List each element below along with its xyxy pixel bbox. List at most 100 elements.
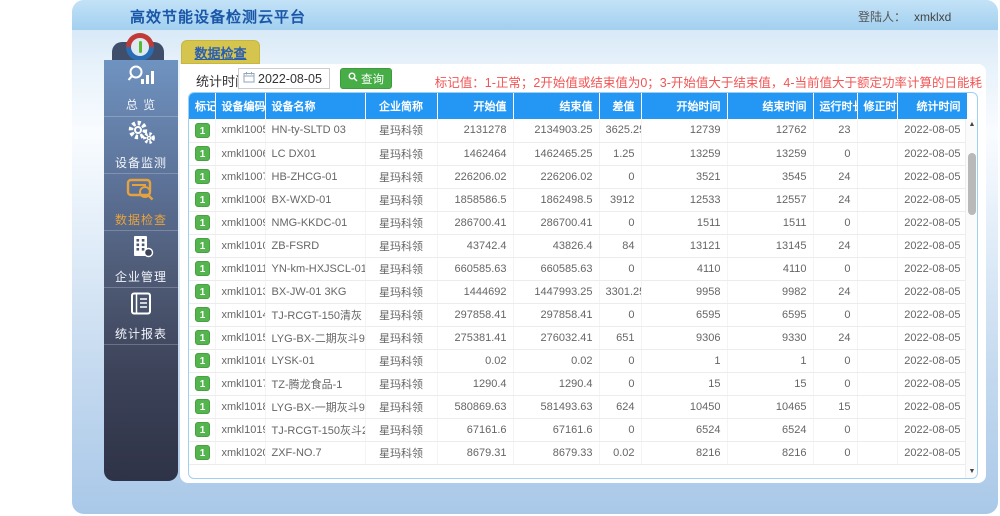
cell: xmkl1019 bbox=[215, 418, 266, 442]
app-window: 高效节能设备检测云平台 登陆人： xmklxd 总 览 设备监测 数据检查 企业… bbox=[0, 0, 1000, 516]
cell: 0 bbox=[813, 441, 858, 465]
cell: 660585.63 bbox=[513, 257, 600, 281]
cell: 3545 bbox=[727, 165, 814, 189]
sidebar-item-overview[interactable]: 总 览 bbox=[104, 60, 178, 117]
sidebar-nav: 总 览 设备监测 数据检查 企业管理 统计报表 bbox=[104, 60, 178, 481]
cell: 6595 bbox=[727, 303, 814, 327]
cell: LC DX01 bbox=[265, 142, 366, 166]
cell: BX-WXD-01 bbox=[265, 188, 366, 212]
cell: 1.25 bbox=[599, 142, 642, 166]
cell: 星玛科领 bbox=[365, 418, 438, 442]
mark-cell: 1 bbox=[189, 418, 216, 442]
cell: 星玛科领 bbox=[365, 303, 438, 327]
cell: xmkl1020 bbox=[215, 441, 266, 465]
cell: 24 bbox=[813, 165, 858, 189]
mark-value-hint: 标记值：1-正常；2开始值或结束值为0；3-开始值大于结束值，4-当前值大于额定… bbox=[434, 76, 982, 90]
cell: 2022-08-05 bbox=[897, 165, 968, 189]
mark-badge: 1 bbox=[195, 330, 210, 345]
cell: xmkl1015 bbox=[215, 326, 266, 350]
column-header-10: 修正时间 bbox=[857, 93, 898, 119]
mark-cell: 1 bbox=[189, 119, 216, 143]
cell: 8216 bbox=[727, 441, 814, 465]
cell: 15 bbox=[727, 372, 814, 396]
column-header-6: 差值 bbox=[599, 93, 642, 119]
vertical-scrollbar[interactable]: ▲ ▼ bbox=[965, 119, 977, 478]
sidebar-item-device-monitor[interactable]: 设备监测 bbox=[104, 117, 178, 174]
cell: 0.02 bbox=[513, 349, 600, 373]
login-username: xmklxd bbox=[914, 10, 952, 24]
cell: 226206.02 bbox=[513, 165, 600, 189]
mark-badge: 1 bbox=[195, 422, 210, 437]
cell: 星玛科领 bbox=[365, 165, 438, 189]
cell: 43826.4 bbox=[513, 234, 600, 258]
scroll-up-arrow[interactable]: ▲ bbox=[966, 121, 977, 129]
cell: 9306 bbox=[641, 326, 728, 350]
sidebar-item-data-check[interactable]: 数据检查 bbox=[104, 174, 178, 231]
column-header-0: 标记 bbox=[189, 93, 216, 119]
mark-cell: 1 bbox=[189, 165, 216, 189]
cell: 9330 bbox=[727, 326, 814, 350]
cell: 15 bbox=[641, 372, 728, 396]
cell: LYG-BX-一期灰斗90KW bbox=[265, 395, 366, 419]
cell: 0 bbox=[599, 165, 642, 189]
cell: 67161.6 bbox=[437, 418, 514, 442]
cell: TJ-RCGT-150灰斗2 bbox=[265, 418, 366, 442]
cell: 226206.02 bbox=[437, 165, 514, 189]
cell: 星玛科领 bbox=[365, 257, 438, 281]
cell: xmkl1017 bbox=[215, 372, 266, 396]
cell bbox=[857, 349, 898, 373]
cell bbox=[857, 257, 898, 281]
cell: 0 bbox=[813, 211, 858, 235]
mark-badge: 1 bbox=[195, 215, 210, 230]
cell: 0 bbox=[813, 257, 858, 281]
table-row: 1 xmkl1013 BX-JW-01 3KG 星玛科领 1444692 1447993.… bbox=[189, 280, 968, 304]
table-row: 1 xmkl1010 ZB-FSRD 星玛科领 43742.4 43826.4 84 1312… bbox=[189, 234, 968, 258]
cell: 8679.33 bbox=[513, 441, 600, 465]
date-input[interactable]: 2022-08-05 bbox=[238, 68, 330, 89]
cell: 0.02 bbox=[437, 349, 514, 373]
cell: 0.02 bbox=[599, 441, 642, 465]
cell: 297858.41 bbox=[437, 303, 514, 327]
cell: 10465 bbox=[727, 395, 814, 419]
scrollbar-thumb[interactable] bbox=[968, 153, 976, 215]
cell: 24 bbox=[813, 280, 858, 304]
scroll-down-arrow[interactable]: ▼ bbox=[966, 468, 977, 476]
cell: 2022-08-05 bbox=[897, 349, 968, 373]
cell: 275381.41 bbox=[437, 326, 514, 350]
cell: 1447993.25 bbox=[513, 280, 600, 304]
table-row: 1 xmkl1019 TJ-RCGT-150灰斗2 星玛科领 67161.6 67161.… bbox=[189, 418, 968, 442]
column-header-2: 设备名称 bbox=[265, 93, 366, 119]
cell: 651 bbox=[599, 326, 642, 350]
cell: 9958 bbox=[641, 280, 728, 304]
mark-badge: 1 bbox=[195, 238, 210, 253]
tab-data-check[interactable]: 数据检查 bbox=[181, 40, 260, 64]
cell: 1858586.5 bbox=[437, 188, 514, 212]
cell: 1511 bbox=[727, 211, 814, 235]
power-indicator-icon[interactable] bbox=[126, 33, 154, 61]
cell: xmkl1016 bbox=[215, 349, 266, 373]
cell: 2022-08-05 bbox=[897, 280, 968, 304]
cell: 581493.63 bbox=[513, 395, 600, 419]
cell: 0 bbox=[813, 418, 858, 442]
sidebar-item-reports[interactable]: 统计报表 bbox=[104, 288, 178, 345]
cell: 2131278 bbox=[437, 119, 514, 143]
data-check-magnifier-icon bbox=[126, 176, 156, 207]
search-button[interactable]: 查询 bbox=[340, 68, 392, 89]
table-row: 1 xmkl1015LYG-BX-二期灰斗90KW星玛科领275381.41276… bbox=[189, 326, 968, 350]
cell: 297858.41 bbox=[513, 303, 600, 327]
cell: 0 bbox=[813, 372, 858, 396]
cell: 12739 bbox=[641, 119, 728, 143]
cell: 0 bbox=[813, 142, 858, 166]
mark-badge: 1 bbox=[195, 376, 210, 391]
magnifier-icon bbox=[348, 72, 358, 85]
cell: 13259 bbox=[641, 142, 728, 166]
cell: 2022-08-05 bbox=[897, 257, 968, 281]
cell: xmkl1014 bbox=[215, 303, 266, 327]
cell: 10450 bbox=[641, 395, 728, 419]
page-title: 高效节能设备检测云平台 bbox=[130, 9, 307, 26]
sidebar-item-enterprise[interactable]: 企业管理 bbox=[104, 231, 178, 288]
cell: 2022-08-05 bbox=[897, 119, 968, 143]
table-row: 1 xmkl1018LYG-BX-一期灰斗90KW星玛科领580869.63581… bbox=[189, 395, 968, 419]
cell: 3301.25 bbox=[599, 280, 642, 304]
login-info: 登陆人： xmklxd bbox=[858, 8, 951, 25]
